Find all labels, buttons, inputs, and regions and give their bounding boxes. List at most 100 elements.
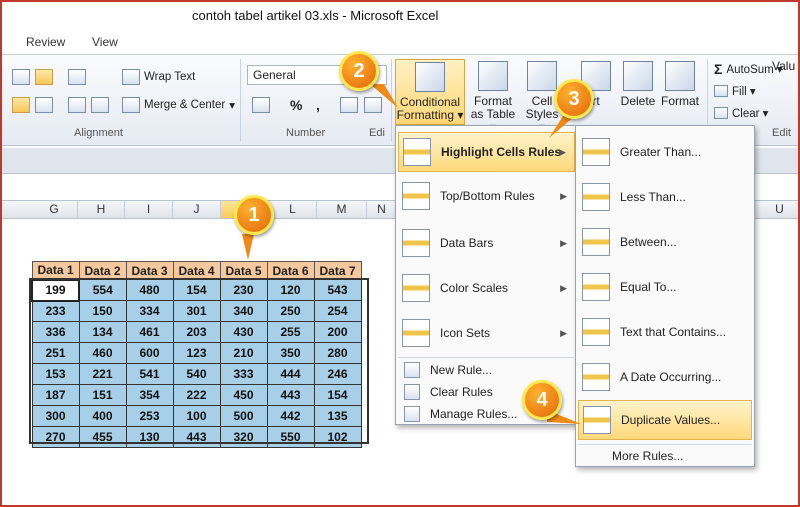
accounting-format-button[interactable] bbox=[252, 95, 270, 115]
menu-item-more-rules[interactable]: More Rules... bbox=[578, 447, 752, 465]
menu-item-greater-than[interactable]: Greater Than... bbox=[578, 132, 752, 172]
format-button[interactable]: Format bbox=[658, 59, 702, 125]
increase-indent-button[interactable] bbox=[91, 95, 109, 115]
fill-button[interactable]: Fill ▾ bbox=[714, 81, 756, 101]
table-cell[interactable]: 600 bbox=[125, 342, 174, 364]
table-header[interactable]: Data 1 bbox=[31, 261, 80, 280]
table-cell[interactable]: 455 bbox=[78, 426, 127, 448]
table-cell[interactable]: 450 bbox=[219, 384, 268, 406]
column-header-u[interactable]: U bbox=[757, 201, 798, 218]
clear-button[interactable]: Clear ▾ bbox=[714, 103, 768, 123]
menu-item-between[interactable]: Between... bbox=[578, 222, 752, 262]
table-cell[interactable]: 154 bbox=[313, 384, 362, 406]
column-header-g[interactable]: G bbox=[31, 201, 78, 218]
table-cell[interactable]: 300 bbox=[31, 405, 80, 427]
column-header-j[interactable]: J bbox=[173, 201, 221, 218]
table-cell[interactable]: 543 bbox=[313, 279, 362, 301]
align-top-button[interactable] bbox=[12, 67, 30, 87]
table-cell[interactable]: 135 bbox=[313, 405, 362, 427]
column-header-n[interactable]: N bbox=[367, 201, 397, 218]
column-header-l[interactable]: L bbox=[269, 201, 317, 218]
table-cell[interactable]: 210 bbox=[219, 342, 268, 364]
delete-button[interactable]: Delete bbox=[616, 59, 660, 125]
menu-item-equal-to[interactable]: Equal To... bbox=[578, 267, 752, 307]
table-cell[interactable]: 301 bbox=[172, 300, 221, 322]
table-cell[interactable]: 151 bbox=[78, 384, 127, 406]
table-cell[interactable]: 250 bbox=[266, 300, 315, 322]
conditional-formatting-button[interactable]: Conditional Formatting ▾ bbox=[395, 59, 465, 125]
table-header[interactable]: Data 4 bbox=[172, 261, 221, 280]
percent-style-button[interactable]: % bbox=[290, 95, 302, 115]
table-cell[interactable]: 500 bbox=[219, 405, 268, 427]
align-middle-button[interactable] bbox=[35, 67, 53, 87]
table-cell[interactable]: 150 bbox=[78, 300, 127, 322]
table-cell[interactable]: 253 bbox=[125, 405, 174, 427]
table-cell[interactable]: 443 bbox=[266, 384, 315, 406]
comma-style-button[interactable]: , bbox=[316, 95, 320, 115]
table-cell[interactable]: 336 bbox=[31, 321, 80, 343]
column-header-m[interactable]: M bbox=[317, 201, 367, 218]
menu-item-date-occurring[interactable]: A Date Occurring... bbox=[578, 357, 752, 397]
table-cell[interactable]: 255 bbox=[266, 321, 315, 343]
table-header[interactable]: Data 7 bbox=[313, 261, 362, 280]
menu-item-icon-sets[interactable]: Icon Sets ▶ bbox=[398, 313, 575, 353]
table-cell[interactable]: 480 bbox=[125, 279, 174, 301]
table-cell[interactable]: 340 bbox=[219, 300, 268, 322]
table-cell[interactable]: 280 bbox=[313, 342, 362, 364]
table-cell[interactable]: 187 bbox=[31, 384, 80, 406]
table-cell[interactable]: 230 bbox=[219, 279, 268, 301]
table-cell[interactable]: 354 bbox=[125, 384, 174, 406]
table-cell[interactable]: 246 bbox=[313, 363, 362, 385]
table-cell[interactable]: 200 bbox=[313, 321, 362, 343]
table-cell[interactable]: 541 bbox=[125, 363, 174, 385]
table-header[interactable]: Data 2 bbox=[78, 261, 127, 280]
menu-item-less-than[interactable]: Less Than... bbox=[578, 177, 752, 217]
align-center-button[interactable] bbox=[35, 95, 53, 115]
table-header[interactable]: Data 5 bbox=[219, 261, 268, 280]
table-cell[interactable]: 550 bbox=[266, 426, 315, 448]
table-cell[interactable]: 134 bbox=[78, 321, 127, 343]
table-header[interactable]: Data 6 bbox=[266, 261, 315, 280]
table-cell[interactable]: 460 bbox=[78, 342, 127, 364]
table-cell[interactable]: 461 bbox=[125, 321, 174, 343]
menu-item-data-bars[interactable]: Data Bars ▶ bbox=[398, 223, 575, 263]
table-cell[interactable]: 430 bbox=[219, 321, 268, 343]
menu-item-new-rule[interactable]: New Rule... bbox=[398, 360, 575, 380]
table-cell[interactable]: 123 bbox=[172, 342, 221, 364]
table-cell[interactable]: 222 bbox=[172, 384, 221, 406]
table-cell[interactable]: 320 bbox=[219, 426, 268, 448]
table-cell[interactable]: 254 bbox=[313, 300, 362, 322]
table-cell[interactable]: 251 bbox=[31, 342, 80, 364]
table-cell[interactable]: 350 bbox=[266, 342, 315, 364]
table-cell[interactable]: 221 bbox=[78, 363, 127, 385]
tab-view[interactable]: View bbox=[92, 35, 118, 49]
table-cell[interactable]: 540 bbox=[172, 363, 221, 385]
table-cell[interactable]: 100 bbox=[172, 405, 221, 427]
format-as-table-button[interactable]: Format as Table ▾ bbox=[468, 59, 518, 134]
table-cell[interactable]: 199 bbox=[31, 278, 80, 302]
orientation-button[interactable] bbox=[68, 67, 86, 87]
column-header-i[interactable]: I bbox=[125, 201, 173, 218]
table-header[interactable]: Data 3 bbox=[125, 261, 174, 280]
table-cell[interactable]: 203 bbox=[172, 321, 221, 343]
table-cell[interactable]: 443 bbox=[172, 426, 221, 448]
table-cell[interactable]: 333 bbox=[219, 363, 268, 385]
tab-review[interactable]: Review bbox=[26, 35, 65, 49]
table-cell[interactable]: 554 bbox=[78, 279, 127, 301]
menu-item-color-scales[interactable]: Color Scales ▶ bbox=[398, 268, 575, 308]
table-cell[interactable]: 442 bbox=[266, 405, 315, 427]
menu-item-duplicate-values[interactable]: Duplicate Values... bbox=[578, 400, 752, 440]
table-cell[interactable]: 334 bbox=[125, 300, 174, 322]
table-cell[interactable]: 154 bbox=[172, 279, 221, 301]
column-header-h[interactable]: H bbox=[78, 201, 125, 218]
menu-item-top-bottom-rules[interactable]: Top/Bottom Rules ▶ bbox=[398, 176, 575, 216]
increase-decimal-button[interactable] bbox=[340, 95, 358, 115]
table-cell[interactable]: 130 bbox=[125, 426, 174, 448]
table-cell[interactable]: 153 bbox=[31, 363, 80, 385]
decrease-indent-button[interactable] bbox=[68, 95, 86, 115]
table-cell[interactable]: 120 bbox=[266, 279, 315, 301]
table-cell[interactable]: 102 bbox=[313, 426, 362, 448]
align-left-button[interactable] bbox=[12, 95, 30, 115]
table-cell[interactable]: 444 bbox=[266, 363, 315, 385]
wrap-text-button[interactable]: Wrap Text bbox=[122, 67, 195, 87]
